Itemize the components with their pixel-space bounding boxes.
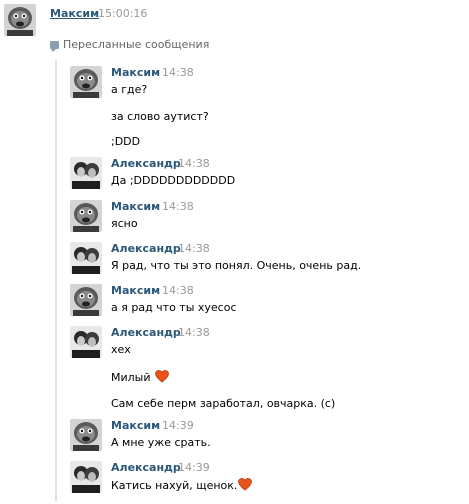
- message-timestamp[interactable]: 14:38: [178, 326, 210, 340]
- message-text: за слово аутист?: [111, 110, 209, 123]
- alexander-avatar[interactable]: [70, 461, 102, 493]
- message-text: Катись нахуй, щенок.: [111, 479, 238, 492]
- message-text: А мне уже срать.: [111, 436, 211, 449]
- maxim-avatar[interactable]: [70, 284, 102, 316]
- alexander-avatar[interactable]: [70, 242, 102, 274]
- message-timestamp[interactable]: 14:38: [162, 200, 194, 214]
- message-text: хех: [111, 343, 131, 356]
- message-text: ;DDD: [111, 135, 141, 148]
- post-timestamp[interactable]: 15:00:16: [98, 7, 147, 21]
- message-timestamp[interactable]: 14:38: [162, 66, 194, 80]
- message-text: а где?: [111, 83, 148, 96]
- message-timestamp[interactable]: 14:38: [178, 242, 210, 256]
- alexander-avatar[interactable]: [70, 157, 102, 189]
- message-text: Сам себе перм заработал, овчарка. (с): [111, 397, 336, 410]
- message-text: ясно: [111, 217, 138, 230]
- message-text: Я рад, что ты это понял. Очень, очень ра…: [111, 259, 362, 272]
- message-author-link[interactable]: Максим: [111, 284, 160, 298]
- alexander-avatar[interactable]: [70, 326, 102, 358]
- message-author-link[interactable]: Максим: [111, 66, 160, 80]
- forwarded-messages-label: Пересланные сообщения: [63, 38, 210, 51]
- quote-bar: [55, 60, 57, 501]
- message-author-link[interactable]: Максим: [111, 200, 160, 214]
- message-author-link[interactable]: Максим: [111, 419, 160, 433]
- message-author-link[interactable]: Александр: [111, 157, 181, 171]
- message-author-link[interactable]: Александр: [111, 326, 181, 340]
- message-text: а я рад что ты хуесос: [111, 301, 237, 314]
- message-text-with-emoji: Милый: [111, 370, 169, 385]
- message-text-with-emoji: Катись нахуй, щенок.: [111, 478, 253, 493]
- root-avatar[interactable]: [4, 4, 36, 36]
- message-author-link[interactable]: Александр: [111, 461, 181, 475]
- forwarded-messages-header: Пересланные сообщения: [50, 38, 209, 52]
- maxim-avatar[interactable]: [70, 200, 102, 232]
- message-text: Милый: [111, 371, 151, 384]
- maxim-avatar[interactable]: [70, 66, 102, 98]
- message-timestamp[interactable]: 14:38: [178, 157, 210, 171]
- message-author-link[interactable]: Александр: [111, 242, 181, 256]
- forwarded-messages-icon: [50, 41, 59, 52]
- message-timestamp[interactable]: 14:39: [178, 461, 210, 475]
- heart-emoji-icon: [155, 370, 169, 383]
- post-author-link[interactable]: Максим: [50, 7, 99, 21]
- heart-emoji-icon: [238, 478, 253, 491]
- maxim-avatar[interactable]: [70, 419, 102, 451]
- message-timestamp[interactable]: 14:38: [162, 284, 194, 298]
- message-text: Да ;DDDDDDDDDDDD: [111, 174, 236, 187]
- message-timestamp[interactable]: 14:39: [162, 419, 194, 433]
